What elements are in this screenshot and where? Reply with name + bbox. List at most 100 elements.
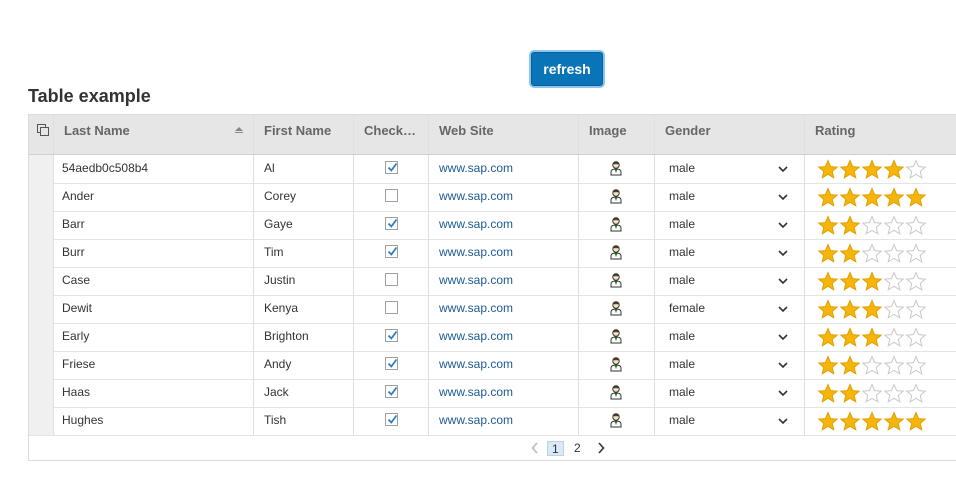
gender-select[interactable]: female — [655, 295, 805, 323]
star-icon[interactable] — [905, 271, 927, 291]
row-selector[interactable] — [29, 267, 54, 295]
row-selector[interactable] — [29, 379, 54, 407]
select-all-cell[interactable] — [29, 115, 54, 154]
star-icon[interactable] — [861, 271, 883, 291]
website-link[interactable]: www.sap.com — [439, 245, 513, 259]
star-icon[interactable] — [817, 327, 839, 347]
row-checkbox[interactable] — [385, 301, 398, 314]
person-icon[interactable] — [610, 328, 622, 344]
table-row[interactable]: 54aedb0c508b4 Al www.sap.com male — [29, 155, 956, 184]
star-icon[interactable] — [839, 243, 861, 263]
star-icon[interactable] — [817, 383, 839, 403]
website-link[interactable]: www.sap.com — [439, 357, 513, 371]
website-link[interactable]: www.sap.com — [439, 161, 513, 175]
star-icon[interactable] — [839, 299, 861, 319]
chevron-down-icon[interactable] — [778, 166, 788, 172]
star-icon[interactable] — [905, 187, 927, 207]
star-icon[interactable] — [839, 383, 861, 403]
gender-select[interactable]: male — [655, 183, 805, 211]
star-icon[interactable] — [883, 271, 905, 291]
star-icon[interactable] — [861, 355, 883, 375]
website-link[interactable]: www.sap.com — [439, 413, 513, 427]
star-icon[interactable] — [905, 327, 927, 347]
gender-select[interactable]: male — [655, 155, 805, 183]
column-header-image[interactable]: Image — [579, 115, 655, 154]
star-icon[interactable] — [905, 411, 927, 431]
chevron-down-icon[interactable] — [778, 306, 788, 312]
star-icon[interactable] — [883, 187, 905, 207]
chevron-right-icon[interactable] — [597, 442, 605, 454]
table-row[interactable]: Hughes Tish www.sap.com male — [29, 407, 956, 436]
row-selector[interactable] — [29, 407, 54, 435]
star-icon[interactable] — [861, 383, 883, 403]
table-row[interactable]: Ander Corey www.sap.com male — [29, 183, 956, 212]
column-header-rating[interactable]: Rating — [805, 115, 956, 154]
table-row[interactable]: Early Brighton www.sap.com male — [29, 323, 956, 352]
star-icon[interactable] — [861, 159, 883, 179]
gender-select[interactable]: male — [655, 351, 805, 379]
row-checkbox[interactable] — [385, 273, 398, 286]
chevron-down-icon[interactable] — [778, 250, 788, 256]
row-checkbox[interactable] — [385, 329, 398, 342]
row-selector[interactable] — [29, 155, 54, 183]
gender-select[interactable]: male — [655, 211, 805, 239]
rating-stars[interactable] — [817, 383, 927, 403]
star-icon[interactable] — [883, 327, 905, 347]
gender-select[interactable]: male — [655, 407, 805, 435]
star-icon[interactable] — [839, 187, 861, 207]
star-icon[interactable] — [905, 215, 927, 235]
website-link[interactable]: www.sap.com — [439, 189, 513, 203]
rating-stars[interactable] — [817, 243, 927, 263]
gender-select[interactable]: male — [655, 323, 805, 351]
star-icon[interactable] — [861, 327, 883, 347]
star-icon[interactable] — [883, 411, 905, 431]
rating-stars[interactable] — [817, 411, 927, 431]
row-checkbox[interactable] — [385, 161, 398, 174]
table-row[interactable]: Friese Andy www.sap.com male — [29, 351, 956, 380]
page-button-2[interactable]: 2 — [570, 441, 585, 456]
column-header-website[interactable]: Web Site — [429, 115, 579, 154]
row-checkbox[interactable] — [385, 385, 398, 398]
website-link[interactable]: www.sap.com — [439, 385, 513, 399]
star-icon[interactable] — [839, 159, 861, 179]
chevron-down-icon[interactable] — [778, 390, 788, 396]
row-selector[interactable] — [29, 323, 54, 351]
page-button-1[interactable]: 1 — [547, 441, 564, 456]
row-checkbox[interactable] — [385, 413, 398, 426]
chevron-down-icon[interactable] — [778, 362, 788, 368]
column-header-last-name[interactable]: Last Name — [54, 115, 254, 154]
rating-stars[interactable] — [817, 187, 927, 207]
person-icon[interactable] — [610, 216, 622, 232]
star-icon[interactable] — [817, 411, 839, 431]
star-icon[interactable] — [883, 299, 905, 319]
table-row[interactable]: Barr Gaye www.sap.com male — [29, 211, 956, 240]
table-row[interactable]: Burr Tim www.sap.com male — [29, 239, 956, 268]
table-row[interactable]: Haas Jack www.sap.com male — [29, 379, 956, 408]
gender-select[interactable]: male — [655, 379, 805, 407]
star-icon[interactable] — [883, 355, 905, 375]
gender-select[interactable]: male — [655, 267, 805, 295]
star-icon[interactable] — [817, 159, 839, 179]
star-icon[interactable] — [861, 243, 883, 263]
row-checkbox[interactable] — [385, 245, 398, 258]
column-header-first-name[interactable]: First Name — [254, 115, 354, 154]
person-icon[interactable] — [610, 272, 622, 288]
star-icon[interactable] — [883, 159, 905, 179]
chevron-down-icon[interactable] — [778, 278, 788, 284]
website-link[interactable]: www.sap.com — [439, 329, 513, 343]
star-icon[interactable] — [839, 411, 861, 431]
row-selector[interactable] — [29, 211, 54, 239]
chevron-left-icon[interactable] — [531, 442, 539, 454]
row-selector[interactable] — [29, 351, 54, 379]
chevron-down-icon[interactable] — [778, 194, 788, 200]
star-icon[interactable] — [817, 355, 839, 375]
star-icon[interactable] — [861, 411, 883, 431]
gender-select[interactable]: male — [655, 239, 805, 267]
rating-stars[interactable] — [817, 215, 927, 235]
rating-stars[interactable] — [817, 327, 927, 347]
star-icon[interactable] — [883, 215, 905, 235]
star-icon[interactable] — [861, 299, 883, 319]
star-icon[interactable] — [905, 383, 927, 403]
person-icon[interactable] — [610, 188, 622, 204]
rating-stars[interactable] — [817, 159, 927, 179]
